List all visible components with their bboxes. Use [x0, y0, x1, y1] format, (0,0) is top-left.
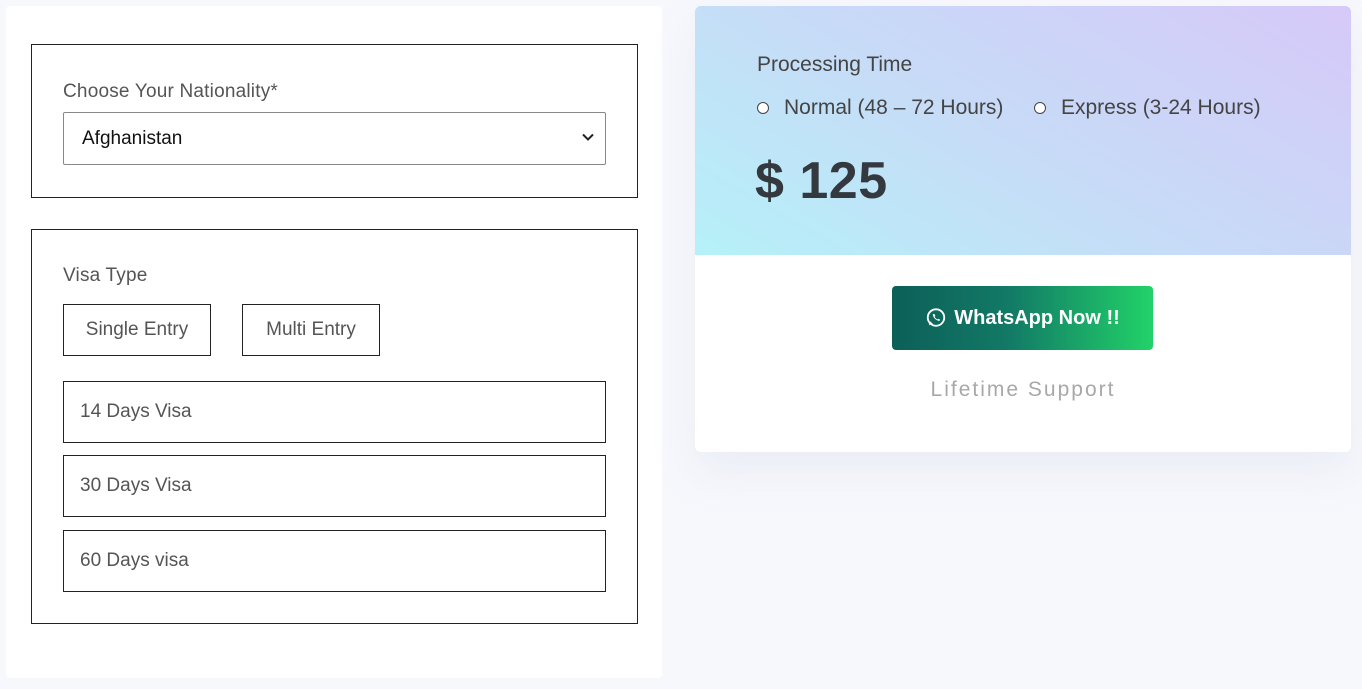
- radio-button[interactable]: [757, 102, 769, 114]
- processing-time-title: Processing Time: [757, 53, 913, 76]
- price-amount: $ 125: [755, 152, 888, 210]
- nationality-selected-value: Afghanistan: [82, 127, 183, 149]
- pricing-header: Processing Time Normal (48 – 72 Hours) E…: [695, 6, 1351, 255]
- nationality-select[interactable]: Afghanistan: [63, 112, 606, 165]
- pricing-card: Processing Time Normal (48 – 72 Hours) E…: [695, 6, 1351, 452]
- chevron-down-icon: [582, 133, 594, 141]
- whatsapp-icon: [927, 308, 946, 327]
- whatsapp-now-label: WhatsApp Now !!: [954, 306, 1120, 329]
- single-entry-button[interactable]: Single Entry: [63, 304, 211, 356]
- processing-express-label: Express (3-24 Hours): [1061, 96, 1261, 119]
- visa-form-panel: Choose Your Nationality* Afghanistan Vis…: [6, 6, 662, 678]
- visa-duration-option[interactable]: 14 Days Visa: [63, 381, 606, 443]
- visa-type-section: Visa Type Single Entry Multi Entry 14 Da…: [31, 229, 638, 624]
- visa-type-label: Visa Type: [63, 265, 148, 286]
- visa-duration-option[interactable]: 30 Days Visa: [63, 455, 606, 517]
- processing-normal-label: Normal (48 – 72 Hours): [784, 96, 1004, 119]
- lifetime-support-text: Lifetime Support: [930, 378, 1116, 401]
- multi-entry-button[interactable]: Multi Entry: [242, 304, 380, 356]
- processing-express-option[interactable]: Express (3-24 Hours): [1034, 96, 1261, 120]
- visa-duration-option[interactable]: 60 Days visa: [63, 530, 606, 592]
- processing-normal-option[interactable]: Normal (48 – 72 Hours): [757, 96, 1003, 120]
- radio-button[interactable]: [1034, 102, 1046, 114]
- whatsapp-now-button[interactable]: WhatsApp Now !!: [892, 286, 1153, 350]
- nationality-section: Choose Your Nationality* Afghanistan: [31, 44, 638, 198]
- nationality-label: Choose Your Nationality*: [63, 81, 278, 102]
